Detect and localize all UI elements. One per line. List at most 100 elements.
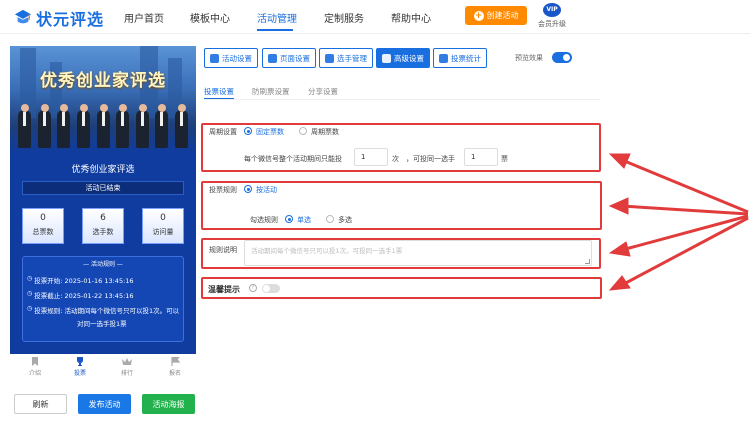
- tab-advanced-settings[interactable]: 高级设置: [376, 48, 430, 68]
- preview-effect-toggle[interactable]: [552, 52, 572, 63]
- multiple-label[interactable]: 多选: [338, 215, 352, 225]
- clock-icon: ◷: [27, 275, 33, 282]
- rule-line: ◷ 投票截止: 2025-01-22 13:45:16: [27, 290, 134, 300]
- rule-line-text: 对同一选手投1票: [77, 320, 127, 328]
- logo[interactable]: 状元评选: [14, 6, 104, 30]
- activity-title: 优秀创业家评选: [71, 165, 135, 175]
- gear-icon: [210, 53, 219, 63]
- preview-nav-label: 报名: [168, 370, 181, 377]
- period-line-mid: ，可投同一选手: [406, 155, 455, 163]
- person-figure: [155, 104, 169, 148]
- person-figure: [116, 104, 130, 148]
- preview-nav-label: 排行: [120, 370, 133, 377]
- unit-times: 次: [392, 155, 399, 163]
- preview-nav-intro[interactable]: 介绍: [20, 357, 50, 377]
- poster-button[interactable]: 活动海报: [142, 394, 195, 414]
- create-activity-button[interactable]: + 创建活动: [465, 6, 527, 25]
- rule-line-text: 投票开始: 2025-01-16 13:45:16: [34, 277, 134, 285]
- by-activity-label[interactable]: 按活动: [256, 185, 277, 195]
- person-figure: [76, 104, 90, 148]
- vote-rule-label: 投票规则: [209, 186, 237, 194]
- single-label[interactable]: 单选: [297, 215, 311, 225]
- subtab-active-underline: [204, 98, 234, 99]
- preview-bottom-nav: 介绍 投票 排行 报名: [10, 354, 196, 380]
- person-figure: [175, 104, 188, 148]
- tab-vote-statistics[interactable]: 投票统计: [433, 48, 487, 68]
- fixed-votes-label[interactable]: 固定票数: [256, 127, 284, 137]
- subtab-vote-settings[interactable]: 投票设置: [204, 86, 234, 97]
- tab-label: 活动设置: [222, 53, 252, 63]
- stat-total-votes: 0 总票数: [22, 208, 64, 244]
- nav-help[interactable]: 帮助中心: [391, 10, 431, 25]
- stat-contestants: 6 选手数: [82, 208, 124, 244]
- subtab-share-settings[interactable]: 分享设置: [308, 86, 338, 97]
- trophy-icon: [77, 357, 83, 366]
- stat-label: 选手数: [92, 228, 114, 236]
- radio-by-activity[interactable]: [244, 185, 252, 193]
- preview-nav-signup[interactable]: 报名: [160, 357, 190, 377]
- publish-button[interactable]: 发布活动: [78, 394, 131, 414]
- resize-handle-icon[interactable]: [585, 259, 590, 264]
- logo-text: 状元评选: [36, 10, 105, 29]
- crown-icon: [122, 358, 132, 365]
- stat-visits: 0 访问量: [142, 208, 184, 244]
- plus-icon: +: [473, 10, 484, 21]
- tab-activity-settings[interactable]: 活动设置: [204, 48, 258, 68]
- preview-nav-ranking[interactable]: 排行: [112, 357, 142, 377]
- person-figure: [96, 104, 110, 148]
- tab-page-settings[interactable]: 页面设置: [262, 48, 316, 68]
- tab-contestant-management[interactable]: 选手管理: [319, 48, 373, 68]
- rules-box: — 活动规则 — ◷ 投票开始: 2025-01-16 13:45:16 ◷ 投票截…: [22, 256, 184, 342]
- flag-icon: [171, 357, 180, 366]
- person-figure: [18, 104, 31, 148]
- phone-preview: 优秀创业家评选 优秀创业家评选 活动已结束 0 总票数 6 选手数 0 访问量 …: [10, 46, 196, 354]
- help-icon[interactable]: ?: [249, 284, 257, 292]
- rule-line: 对同一选手投1票: [77, 318, 127, 328]
- preview-nav-label: 投票: [73, 370, 86, 377]
- preview-nav-vote[interactable]: 投票: [65, 357, 95, 377]
- rule-description-label: 规则说明: [209, 246, 237, 254]
- create-activity-label: 创建活动: [486, 11, 519, 20]
- total-votes-input[interactable]: 1: [354, 148, 388, 166]
- nav-custom-service[interactable]: 定制服务: [324, 10, 364, 25]
- vip-upgrade[interactable]: VIP 会员升级: [537, 3, 567, 29]
- tab-label: 页面设置: [280, 53, 310, 63]
- period-settings-label: 周期设置: [209, 128, 237, 136]
- rules-heading: — 活动规则 —: [83, 261, 123, 268]
- nav-activity-management[interactable]: 活动管理: [257, 10, 297, 25]
- people-illustration: [18, 104, 188, 148]
- stat-value: 0: [160, 213, 166, 223]
- users-icon: [325, 53, 334, 63]
- stat-value: 6: [100, 213, 106, 223]
- nav-active-underline: [257, 29, 293, 31]
- rule-line-text: 投票截止: 2025-01-22 13:45:16: [34, 292, 134, 300]
- preview-nav-label: 介绍: [28, 370, 41, 377]
- tab-label: 投票统计: [451, 53, 481, 63]
- vip-badge-icon: VIP: [543, 3, 561, 17]
- hero-banner: 优秀创业家评选: [10, 46, 196, 152]
- rule-line-text: 投票规则: 活动期间每个微信号只可以投1次。可以: [34, 307, 180, 315]
- stat-value: 0: [40, 213, 46, 223]
- info-icon: ◷: [27, 305, 33, 312]
- rule-line: ◷ 投票开始: 2025-01-16 13:45:16: [27, 275, 134, 285]
- radio-fixed-votes[interactable]: [244, 127, 252, 135]
- warm-tips-toggle[interactable]: [262, 284, 280, 293]
- nav-home[interactable]: 用户首页: [124, 10, 164, 25]
- radio-single[interactable]: [285, 215, 293, 223]
- textarea-placeholder: 活动期间每个微信号只可以投1次。可投同一选手1票: [251, 247, 403, 255]
- rule-description-textarea[interactable]: 活动期间每个微信号只可以投1次。可投同一选手1票: [244, 240, 592, 266]
- preview-effect-label: 预览效果: [515, 54, 543, 62]
- chart-icon: [439, 53, 448, 63]
- period-votes-label[interactable]: 周期票数: [311, 127, 339, 137]
- same-contestant-votes-input[interactable]: 1: [464, 148, 498, 166]
- tab-label: 高级设置: [394, 53, 424, 63]
- radio-multiple[interactable]: [326, 215, 334, 223]
- radio-period-votes[interactable]: [299, 127, 307, 135]
- subtab-anti-fraud[interactable]: 防刷票设置: [252, 86, 290, 97]
- refresh-button[interactable]: 刷新: [14, 394, 67, 414]
- sliders-icon: [382, 53, 391, 63]
- bookmark-icon: [32, 357, 38, 366]
- vip-label: 会员升级: [538, 20, 566, 28]
- nav-templates[interactable]: 模板中心: [190, 10, 230, 25]
- person-figure: [37, 104, 51, 148]
